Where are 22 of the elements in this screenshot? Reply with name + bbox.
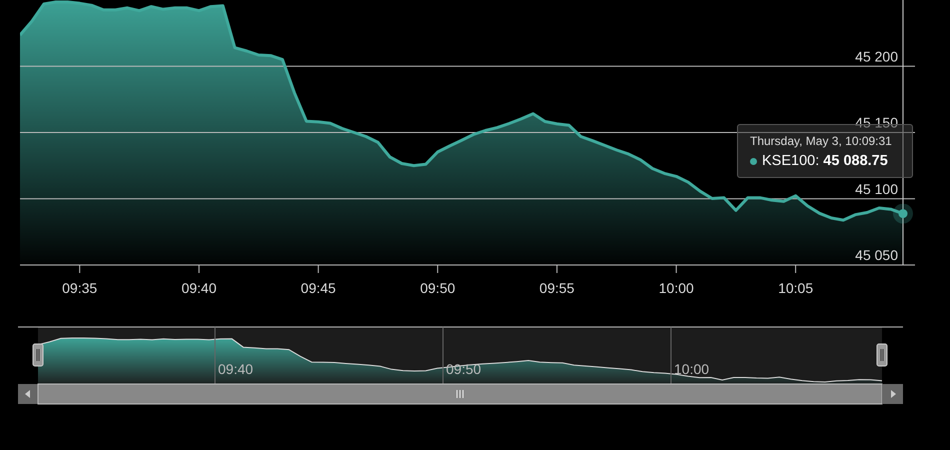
scroll-right-button[interactable]	[882, 384, 903, 404]
x-axis-label: 09:50	[420, 280, 456, 296]
scroll-left-button[interactable]	[18, 384, 38, 404]
x-axis-label: 09:40	[181, 280, 216, 296]
navigator-label: 09:40	[218, 361, 254, 377]
hover-marker	[893, 204, 913, 224]
x-axis-label: 10:00	[658, 280, 694, 296]
y-axis-label: 45 100	[855, 180, 898, 197]
x-axis-label: 10:05	[778, 280, 814, 296]
navigator-handle[interactable]	[876, 344, 888, 366]
tooltip-value: KSE100: 45 088.75	[762, 153, 888, 169]
y-axis-label: 45 200	[855, 48, 898, 64]
y-axis-label: 45 050	[855, 247, 898, 263]
x-axis-label: 09:45	[300, 280, 336, 296]
scrollbar-thumb[interactable]	[38, 384, 882, 404]
tooltip-date: Thursday, May 3, 10:09:31	[750, 134, 893, 148]
navigator-label: 09:50	[446, 361, 482, 377]
series-dot	[750, 158, 757, 164]
navigator-handle[interactable]	[32, 344, 44, 366]
navigator-label: 10:00	[674, 361, 710, 377]
x-axis-label: 09:35	[62, 280, 98, 296]
x-axis-label: 09:55	[539, 280, 574, 296]
